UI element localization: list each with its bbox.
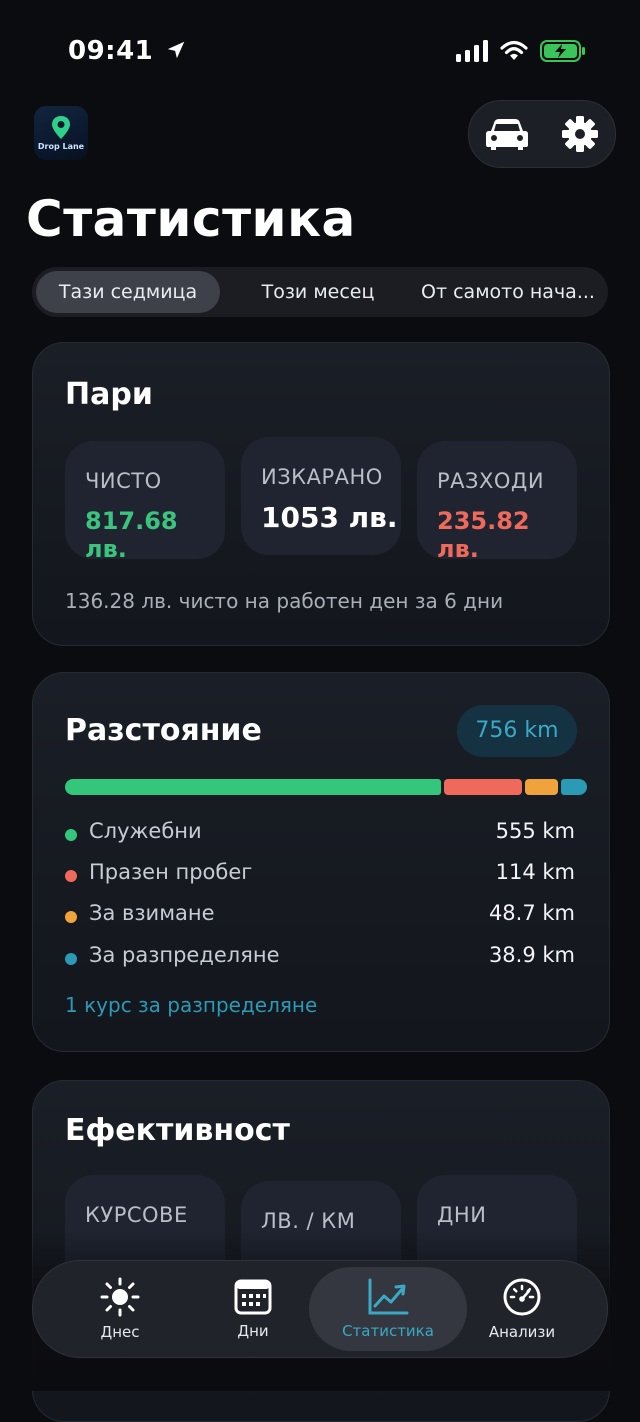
tab-today[interactable]: Днес [53, 1261, 187, 1357]
breakdown-value: 114 km [495, 860, 575, 884]
gear-icon[interactable] [561, 115, 599, 153]
breakdown-row-empty-run: Празен пробег 114 km [65, 860, 575, 890]
signal-icon [456, 40, 488, 62]
distance-card: Разстояние 756 km Служебни 555 km Празен… [32, 672, 610, 1052]
distance-title: Разстояние [65, 713, 262, 748]
segment-this-month[interactable]: Този месец [228, 271, 408, 313]
chart-icon [368, 1278, 409, 1315]
distance-total-badge: 756 km [457, 705, 577, 757]
money-card: Пари ЧИСТО 817.68 лв. ИЗКАРАНО 1053 лв. … [32, 342, 610, 646]
expenses-tile: РАЗХОДИ 235.82 лв. [417, 441, 577, 563]
breakdown-value: 48.7 km [488, 901, 575, 925]
breakdown-label: Служебни [89, 819, 202, 843]
segment-this-week[interactable]: Тази седмица [36, 271, 220, 313]
efficiency-title: Ефективност [65, 1113, 290, 1148]
earned-tile: ИЗКАРАНО 1053 лв. [241, 437, 401, 555]
tab-bar: Днес Дни Статистика Анализи [32, 1260, 608, 1358]
money-title: Пари [65, 377, 153, 412]
breakdown-row-distribution: За разпределяне 38.9 km [65, 943, 575, 973]
page-title: Статистика [26, 190, 356, 248]
tab-statistics[interactable]: Статистика [309, 1267, 467, 1351]
legend-dot [65, 870, 77, 882]
bar-segment [524, 779, 558, 795]
bar-segment [65, 779, 442, 795]
status-icons [456, 40, 586, 62]
net-label: ЧИСТО [85, 469, 162, 493]
tab-label: Днес [100, 1323, 140, 1341]
period-segmented-control: Тази седмица Този месец От самото нача..… [32, 267, 608, 317]
net-value: 817.68 лв. [85, 507, 178, 563]
wifi-icon [500, 40, 528, 60]
status-time: 09:41 [68, 36, 187, 66]
breakdown-label: За разпределяне [89, 943, 280, 967]
expenses-label: РАЗХОДИ [437, 469, 545, 493]
net-tile: ЧИСТО 817.68 лв. [65, 441, 225, 563]
breakdown-value: 555 km [495, 819, 575, 843]
tab-analyses[interactable]: Анализи [457, 1261, 587, 1357]
distance-breakdown-bar [65, 779, 587, 795]
days-label: ДНИ [437, 1203, 487, 1227]
breakdown-row-business: Служебни 555 km [65, 819, 575, 849]
trips-label: КУРСОВЕ [85, 1203, 188, 1227]
tab-label: Статистика [342, 1322, 434, 1340]
location-arrow-icon [167, 41, 185, 59]
sun-icon [100, 1277, 140, 1317]
calendar-icon [234, 1279, 272, 1315]
breakdown-value: 38.9 km [488, 943, 575, 967]
expenses-value: 235.82 лв. [437, 507, 530, 563]
legend-dot [65, 829, 77, 841]
bar-segment [560, 779, 587, 795]
car-icon[interactable] [485, 117, 529, 151]
legend-dot [65, 911, 77, 923]
segment-all-time[interactable]: От самото нача... [412, 271, 604, 313]
map-pin-icon [52, 116, 70, 139]
distribution-trips-link[interactable]: 1 курс за разпределяне [65, 993, 317, 1017]
tab-days[interactable]: Дни [187, 1261, 319, 1357]
breakdown-row-pickup: За взимане 48.7 km [65, 901, 575, 931]
app-logo-text: Drop Lane [37, 142, 85, 151]
gauge-icon [503, 1278, 541, 1316]
money-note: 136.28 лв. чисто на работен ден за 6 дни [65, 589, 504, 613]
earned-label: ИЗКАРАНО [261, 465, 383, 489]
breakdown-label: За взимане [89, 901, 215, 925]
legend-dot [65, 953, 77, 965]
app-logo: Drop Lane [34, 106, 88, 160]
battery-charging-icon [540, 40, 585, 62]
bar-segment [444, 779, 522, 795]
tab-label: Дни [237, 1322, 269, 1340]
breakdown-label: Празен пробег [89, 860, 253, 884]
earned-value: 1053 лв. [261, 501, 398, 534]
header-actions [468, 100, 616, 168]
tab-label: Анализи [488, 1323, 556, 1341]
